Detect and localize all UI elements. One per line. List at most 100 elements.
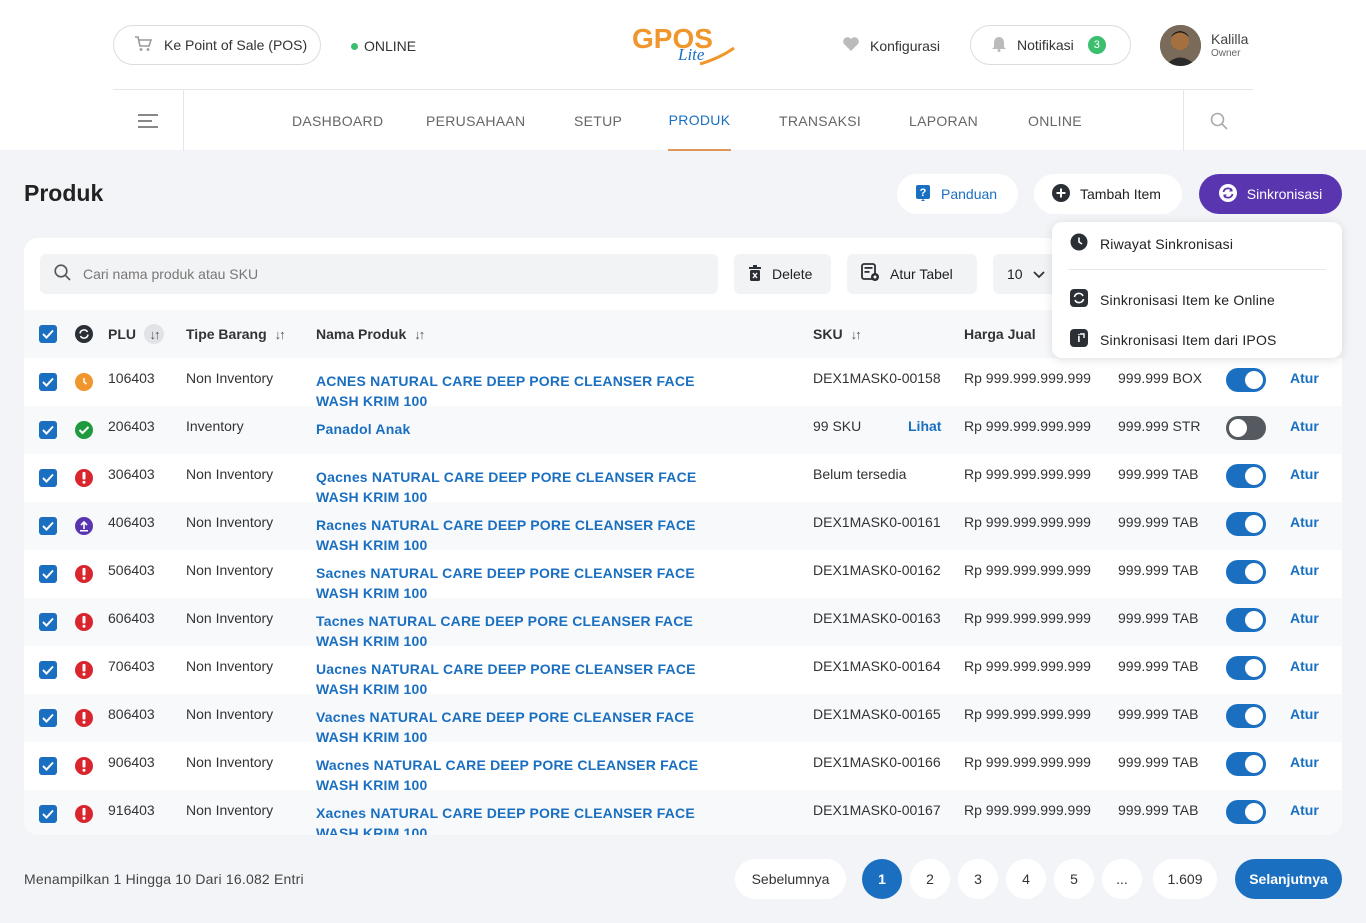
next-page-button[interactable]: Selanjutnya	[1235, 859, 1342, 899]
tambah-item-button[interactable]: Tambah Item	[1034, 174, 1182, 214]
header-sku[interactable]: SKU ↓↑	[813, 310, 862, 358]
active-toggle[interactable]	[1226, 560, 1266, 584]
cell-nama-produk-link[interactable]: ACNES NATURAL CARE DEEP PORE CLEANSER FA…	[316, 371, 736, 408]
svg-text:i: i	[1077, 333, 1080, 345]
active-toggle[interactable]	[1226, 416, 1266, 440]
atur-link[interactable]: Atur	[1290, 610, 1319, 626]
active-toggle[interactable]	[1226, 800, 1266, 824]
cell-nama-produk-link[interactable]: Qacnes NATURAL CARE DEEP PORE CLEANSER F…	[316, 467, 736, 504]
error-status-icon	[75, 661, 93, 679]
atur-link[interactable]: Atur	[1290, 418, 1319, 434]
notif-count-badge: 3	[1087, 36, 1106, 54]
atur-link[interactable]: Atur	[1290, 514, 1319, 530]
active-toggle[interactable]	[1226, 704, 1266, 728]
cell-nama-produk-link[interactable]: Xacnes NATURAL CARE DEEP PORE CLEANSER F…	[316, 803, 736, 835]
cell-nama-produk-link[interactable]: Wacnes NATURAL CARE DEEP PORE CLEANSER F…	[316, 755, 736, 792]
cell-plu: 806403	[108, 706, 155, 722]
cell-nama-produk-link[interactable]: Sacnes NATURAL CARE DEEP PORE CLEANSER F…	[316, 563, 736, 600]
tab-produk[interactable]: PRODUK	[668, 90, 731, 151]
cell-harga: Rp 999.999.999.999	[964, 706, 1091, 722]
cell-plu: 906403	[108, 754, 155, 770]
lihat-sku-link[interactable]: Lihat	[908, 418, 941, 434]
cell-stok: 999.999 TAB	[1118, 658, 1199, 674]
row-checkbox[interactable]	[39, 661, 57, 679]
cell-nama-produk-link[interactable]: Uacnes NATURAL CARE DEEP PORE CLEANSER F…	[316, 659, 736, 696]
row-checkbox[interactable]	[39, 805, 57, 823]
row-checkbox[interactable]	[39, 517, 57, 535]
cell-nama-produk-link[interactable]: Vacnes NATURAL CARE DEEP PORE CLEANSER F…	[316, 707, 736, 744]
main-nav: DASHBOARD PERUSAHAAN SETUP PRODUK TRANSA…	[113, 89, 1253, 151]
atur-link[interactable]: Atur	[1290, 706, 1319, 722]
sort-icon[interactable]: ↓↑	[851, 327, 862, 342]
atur-link[interactable]: Atur	[1290, 658, 1319, 674]
konfigurasi-button[interactable]: Konfigurasi	[842, 36, 940, 55]
cell-nama-produk-link[interactable]: Panadol Anak	[316, 419, 736, 456]
atur-link[interactable]: Atur	[1290, 754, 1319, 770]
atur-link[interactable]: Atur	[1290, 370, 1319, 386]
menu-item-sync-ipos[interactable]: i Sinkronisasi Item dari IPOS	[1070, 329, 1277, 350]
row-checkbox[interactable]	[39, 373, 57, 391]
row-checkbox[interactable]	[39, 565, 57, 583]
search-input[interactable]	[83, 266, 683, 282]
cell-tipe: Inventory	[186, 418, 244, 434]
sort-icon[interactable]: ↓↑	[414, 327, 425, 342]
table-row: 706403 Non Inventory Uacnes NATURAL CARE D…	[24, 646, 1342, 696]
row-checkbox[interactable]	[39, 469, 57, 487]
search-icon[interactable]	[1183, 90, 1253, 151]
active-toggle[interactable]	[1226, 368, 1266, 392]
row-checkbox[interactable]	[39, 613, 57, 631]
page-3-button[interactable]: 3	[958, 859, 998, 899]
row-checkbox[interactable]	[39, 421, 57, 439]
tab-setup[interactable]: SETUP	[574, 90, 622, 151]
header-harga[interactable]: Harga Jual	[964, 310, 1036, 358]
page-last-button[interactable]: 1.609	[1153, 859, 1217, 899]
pos-button[interactable]: Ke Point of Sale (POS)	[113, 25, 321, 65]
sort-icon[interactable]: ↓↑	[144, 324, 164, 344]
check-status-icon	[75, 421, 93, 439]
hamburger-menu-icon[interactable]	[113, 90, 184, 151]
tab-dashboard[interactable]: DASHBOARD	[292, 90, 383, 151]
atur-link[interactable]: Atur	[1290, 562, 1319, 578]
notifikasi-button[interactable]: Notifikasi 3	[970, 25, 1131, 65]
cell-harga: Rp 999.999.999.999	[964, 754, 1091, 770]
tab-perusahaan[interactable]: PERUSAHAAN	[426, 90, 525, 151]
sort-icon[interactable]: ↓↑	[275, 327, 286, 342]
tab-transaksi[interactable]: TRANSAKSI	[779, 90, 861, 151]
menu-item-label: Sinkronisasi Item dari IPOS	[1100, 331, 1277, 348]
active-toggle[interactable]	[1226, 608, 1266, 632]
cell-plu: 916403	[108, 802, 155, 818]
pending-status-icon	[75, 373, 93, 391]
cell-nama-produk-link[interactable]: Racnes NATURAL CARE DEEP PORE CLEANSER F…	[316, 515, 736, 552]
panduan-button[interactable]: ? Panduan	[897, 174, 1018, 214]
cell-nama-produk-link[interactable]: Tacnes NATURAL CARE DEEP PORE CLEANSER F…	[316, 611, 736, 648]
cell-stok: 999.999 TAB	[1118, 514, 1199, 530]
panduan-label: Panduan	[941, 186, 998, 202]
header-tipe[interactable]: Tipe Barang ↓↑	[186, 310, 286, 358]
tab-online[interactable]: ONLINE	[1028, 90, 1082, 151]
select-all-checkbox[interactable]	[39, 325, 57, 343]
header-nama[interactable]: Nama Produk ↓↑	[316, 310, 425, 358]
active-toggle[interactable]	[1226, 464, 1266, 488]
online-status-label: ONLINE	[364, 38, 417, 54]
prev-page-button[interactable]: Sebelumnya	[735, 859, 846, 899]
table-settings-icon	[861, 263, 880, 285]
atur-link[interactable]: Atur	[1290, 466, 1319, 482]
menu-item-sync-online[interactable]: Sinkronisasi Item ke Online	[1070, 289, 1275, 310]
header-plu[interactable]: PLU ↓↑	[108, 310, 164, 358]
page-5-button[interactable]: 5	[1054, 859, 1094, 899]
active-toggle[interactable]	[1226, 656, 1266, 680]
atur-link[interactable]: Atur	[1290, 802, 1319, 818]
active-toggle[interactable]	[1226, 512, 1266, 536]
sinkronisasi-button[interactable]: Sinkronisasi	[1199, 174, 1342, 214]
page-2-button[interactable]: 2	[910, 859, 950, 899]
menu-item-riwayat[interactable]: Riwayat Sinkronisasi	[1070, 233, 1233, 254]
delete-button[interactable]: Delete	[734, 254, 831, 294]
active-toggle[interactable]	[1226, 752, 1266, 776]
page-4-button[interactable]: 4	[1006, 859, 1046, 899]
row-checkbox[interactable]	[39, 709, 57, 727]
page-1-button[interactable]: 1	[862, 859, 902, 899]
atur-tabel-button[interactable]: Atur Tabel	[847, 254, 977, 294]
row-checkbox[interactable]	[39, 757, 57, 775]
user-profile[interactable]: Kalilla Owner	[1160, 25, 1248, 66]
tab-laporan[interactable]: LAPORAN	[909, 90, 978, 151]
